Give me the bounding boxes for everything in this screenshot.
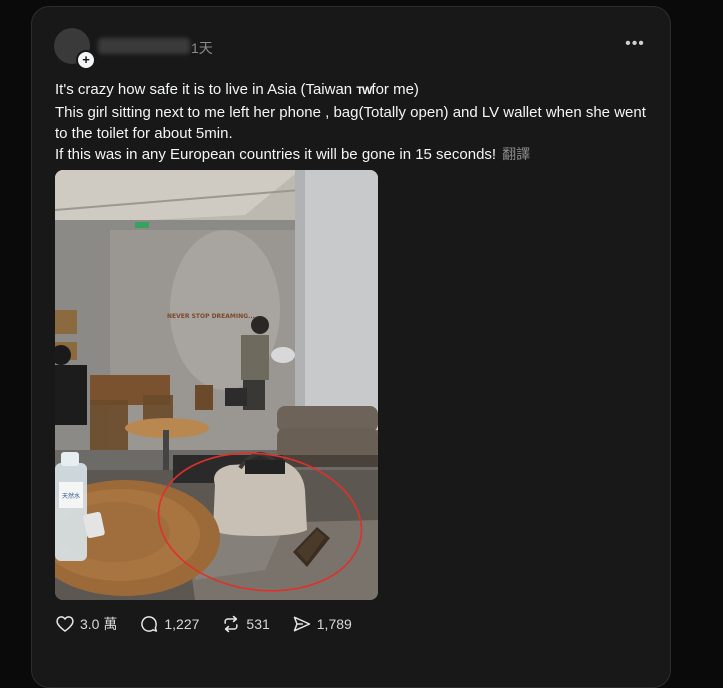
wall-text: NEVER STOP DREAMING... — [167, 313, 255, 320]
share-button[interactable]: 1,789 — [292, 614, 352, 634]
comment-count: 1,227 — [164, 616, 200, 632]
taiwan-flag-icon: TW — [356, 85, 372, 97]
repost-icon — [224, 615, 238, 633]
heart-icon — [56, 616, 74, 633]
like-count: 3.0 萬 — [80, 616, 118, 632]
post-line-3: If this was in any European countries it… — [55, 146, 531, 163]
follow-plus-icon[interactable]: + — [76, 50, 96, 70]
cafe-scene-image: NEVER STOP DREAMING... 天然水 — [55, 170, 378, 600]
share-count: 1,789 — [316, 616, 352, 632]
username-redacted[interactable] — [98, 38, 190, 54]
comment-icon — [141, 616, 158, 632]
repost-count: 531 — [246, 616, 270, 632]
water-bottle-label: 天然水 — [62, 492, 80, 500]
post-line-1: It's crazy how safe it is to live in Asi… — [55, 81, 419, 98]
post-line-2: This girl sitting next to me left her ph… — [55, 104, 646, 142]
more-options-icon[interactable]: ••• — [624, 36, 646, 56]
post-body: It's crazy how safe it is to live in Asi… — [55, 79, 655, 165]
post-photo[interactable]: NEVER STOP DREAMING... 天然水 — [55, 170, 378, 600]
like-button[interactable]: 3.0 萬 — [55, 614, 117, 634]
action-bar: 3.0 萬 1,227 531 1,789 — [55, 613, 374, 635]
translate-link[interactable]: 翻譯 — [502, 146, 530, 162]
repost-button[interactable]: 531 — [221, 614, 270, 634]
post-timestamp: 1天 — [191, 40, 213, 56]
comment-button[interactable]: 1,227 — [139, 614, 199, 634]
share-icon — [293, 616, 311, 632]
